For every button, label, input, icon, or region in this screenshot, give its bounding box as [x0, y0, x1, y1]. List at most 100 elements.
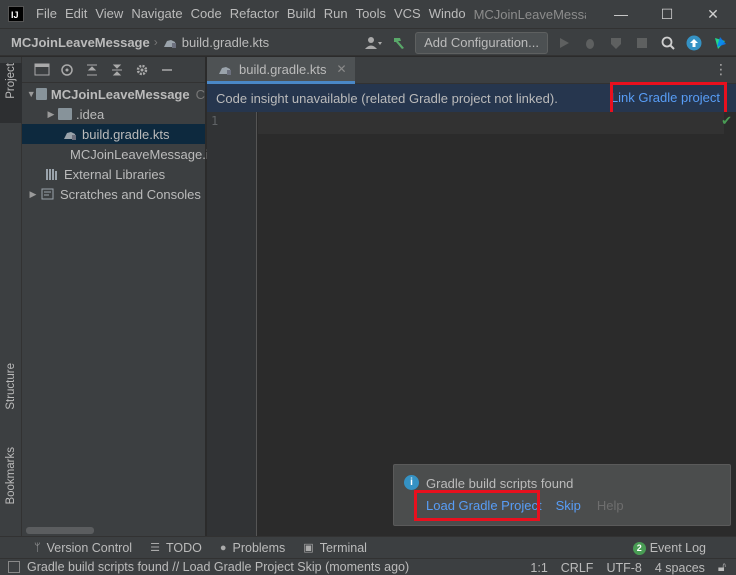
tree-item-external-libraries[interactable]: External Libraries: [22, 164, 205, 184]
problems-info-icon: ●: [219, 541, 227, 554]
menu-build[interactable]: Build: [283, 0, 320, 28]
editor-tab-bar: build.gradle.kts ✕ ⋮: [207, 57, 736, 84]
current-line-highlight: [258, 112, 724, 134]
help-link[interactable]: Help: [597, 498, 624, 513]
locate-file-icon[interactable]: [59, 62, 75, 78]
tree-iml-label: MCJoinLeaveMessage.i: [70, 146, 209, 162]
scratches-icon: [41, 188, 54, 200]
terminal-icon: ▣: [303, 542, 314, 554]
module-folder-icon: [36, 88, 47, 100]
more-tabs-icon[interactable]: ⋮: [714, 61, 728, 78]
breadcrumb-file[interactable]: build.gradle.kts: [162, 35, 269, 50]
todo-list-icon: ☰: [150, 542, 160, 554]
lock-icon[interactable]: 🔓︎: [718, 560, 726, 575]
indent-setting[interactable]: 4 spaces: [655, 561, 705, 575]
structure-tool-label: Structure: [5, 363, 17, 410]
status-bar: Gradle build scripts found // Load Gradl…: [0, 558, 736, 575]
view-options-icon[interactable]: [34, 62, 50, 78]
structure-tool-button[interactable]: Structure: [0, 363, 22, 423]
chevron-down-icon[interactable]: ▼: [26, 89, 36, 99]
tree-item-iml[interactable]: MCJoinLeaveMessage.i: [22, 144, 209, 164]
line-separator[interactable]: CRLF: [561, 561, 594, 575]
tree-idea-label: .idea: [76, 106, 105, 122]
build-hammer-icon[interactable]: [389, 33, 409, 53]
menu-edit[interactable]: Edit: [61, 0, 91, 28]
tree-item-scratches[interactable]: ▶ Scratches and Consoles: [22, 184, 205, 204]
tab-build-gradle-kts[interactable]: build.gradle.kts ✕: [207, 57, 355, 84]
collapse-all-icon[interactable]: [109, 62, 125, 78]
minimize-button[interactable]: —: [598, 0, 644, 28]
breadcrumb-file-label: build.gradle.kts: [181, 34, 270, 50]
terminal-label: Terminal: [319, 540, 367, 555]
notification-title: Gradle build scripts found: [426, 476, 574, 491]
skip-link[interactable]: Skip: [556, 498, 581, 513]
menu-tools[interactable]: Tools: [352, 0, 390, 28]
file-encoding[interactable]: UTF-8: [606, 561, 641, 575]
jetbrains-toolbox-icon[interactable]: [710, 33, 730, 53]
maximize-button[interactable]: ☐: [644, 0, 690, 28]
project-tree: ▼ MCJoinLeaveMessage C ▶ .idea build.gra…: [22, 84, 209, 204]
problems-button[interactable]: ● Problems: [220, 541, 285, 555]
main-menu: File Edit View Navigate Code Refactor Bu…: [32, 0, 470, 28]
update-icon[interactable]: [684, 33, 704, 53]
todo-button[interactable]: ☰ TODO: [150, 541, 202, 555]
event-log-label: Event Log: [649, 541, 706, 555]
menu-navigate[interactable]: Navigate: [127, 0, 186, 28]
version-control-label: Version Control: [46, 540, 133, 555]
checkmark-icon: ✔: [721, 113, 732, 128]
user-profile-icon[interactable]: [363, 33, 383, 53]
terminal-button[interactable]: ▣ Terminal: [303, 541, 367, 555]
menu-run[interactable]: Run: [320, 0, 352, 28]
navigation-bar: MCJoinLeaveMessage › build.gradle.kts Ad…: [0, 28, 736, 56]
coverage-icon[interactable]: [606, 33, 626, 53]
search-icon[interactable]: [658, 33, 678, 53]
event-log-button[interactable]: 2 Event Log: [632, 537, 706, 559]
breadcrumb-project[interactable]: MCJoinLeaveMessage: [11, 35, 150, 50]
gradle-kotlin-file-icon: [64, 132, 76, 140]
hide-panel-icon[interactable]: [159, 62, 175, 78]
add-configuration-button[interactable]: Add Configuration...: [415, 32, 548, 54]
menu-code[interactable]: Code: [187, 0, 226, 28]
caret-position[interactable]: 1:1: [530, 561, 547, 575]
chevron-right-icon[interactable]: ▶: [26, 189, 40, 200]
stop-icon[interactable]: [632, 33, 652, 53]
menu-refactor[interactable]: Refactor: [226, 0, 283, 28]
tree-item-idea[interactable]: ▶ .idea: [22, 104, 205, 124]
close-window-button[interactable]: ✕: [690, 0, 736, 28]
expand-all-icon[interactable]: [84, 62, 100, 78]
editor-gutter: 1: [207, 112, 257, 536]
close-tab-icon[interactable]: ✕: [336, 62, 346, 76]
menu-file[interactable]: File: [32, 0, 61, 28]
toggle-tool-windows-icon[interactable]: [8, 561, 20, 573]
tree-build-file-label: build.gradle.kts: [82, 126, 170, 142]
bookmarks-tool-label: Bookmarks: [5, 447, 17, 505]
title-bar: IJ File Edit View Navigate Code Refactor…: [0, 0, 736, 28]
run-icon[interactable]: [554, 33, 574, 53]
tree-item-root[interactable]: ▼ MCJoinLeaveMessage C: [22, 84, 205, 104]
left-tool-stripe: Project Structure Bookmarks: [0, 57, 22, 536]
branch-icon: ᛘ: [34, 541, 41, 554]
project-tool-label: Project: [5, 63, 17, 99]
chevron-right-icon[interactable]: ▶: [44, 109, 58, 120]
menu-window[interactable]: Windo: [425, 0, 470, 28]
gradle-kotlin-file-icon: [219, 67, 231, 75]
tree-scratches-label: Scratches and Consoles: [60, 186, 201, 202]
debug-icon[interactable]: [580, 33, 600, 53]
window-title: MCJoinLeaveMessag: [473, 6, 586, 22]
project-panel-toolbar: [22, 57, 205, 83]
bookmarks-tool-button[interactable]: Bookmarks: [0, 447, 22, 527]
horizontal-scrollbar[interactable]: [26, 527, 94, 534]
status-message[interactable]: Gradle build scripts found // Load Gradl…: [27, 560, 409, 574]
tab-label: build.gradle.kts: [239, 61, 327, 77]
menu-vcs[interactable]: VCS: [390, 0, 425, 28]
folder-icon: [58, 108, 72, 120]
tree-root-suffix: C: [195, 86, 205, 102]
libraries-icon: [46, 169, 57, 180]
highlight-box-load-gradle: [414, 490, 540, 521]
version-control-button[interactable]: ᛘ Version Control: [34, 541, 132, 555]
tree-item-build-gradle[interactable]: build.gradle.kts: [22, 124, 205, 144]
menu-view[interactable]: View: [91, 0, 127, 28]
tree-external-libraries-label: External Libraries: [64, 166, 166, 182]
settings-gear-icon[interactable]: [134, 62, 150, 78]
project-tool-button[interactable]: Project: [0, 63, 22, 123]
